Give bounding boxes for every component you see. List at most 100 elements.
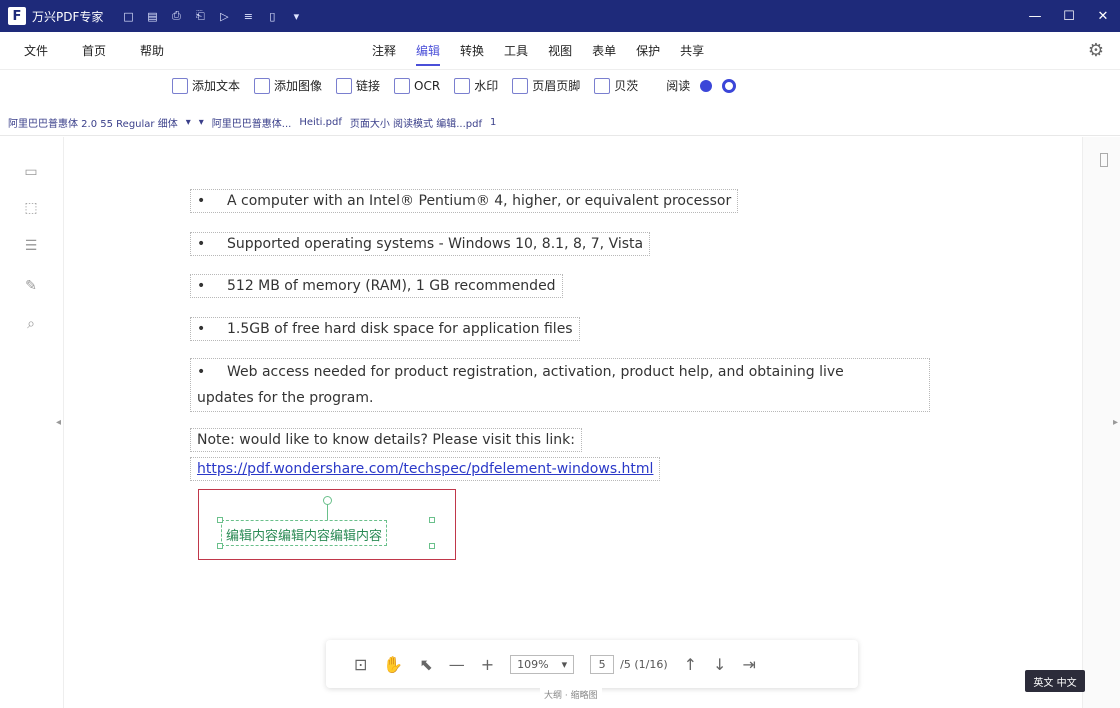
format-bar: 阿里巴巴普惠体 2.0 55 Regular 细体 ▾ ▾ 阿里巴巴普惠体...… [0,110,1120,136]
selected-text-frame[interactable]: 编辑内容编辑内容编辑内容 [198,489,456,560]
bates-button[interactable]: 贝茨 [594,77,638,94]
play-icon[interactable]: ▷ [217,9,231,23]
menu-home[interactable]: 首页 [82,42,106,59]
link-icon [336,77,353,94]
resize-handle[interactable] [429,517,435,523]
ribbon-toolbar: 添加文本 添加图像 链接 OCR 水印 页眉页脚 贝茨 阅读 [0,70,1120,110]
toggle-icon[interactable] [700,79,713,92]
zoom-out-icon[interactable]: — [449,655,465,674]
select-tool-icon[interactable]: ⬉ [419,655,432,674]
bates-icon [594,77,611,94]
right-panel: ▸ [1082,137,1120,708]
title-bar: F 万兴PDF专家 □ ▤ ⎙ ⎗ ▷ ≡ ▯ ▾ — ☐ ✕ [0,0,1120,32]
panel-label: 大纲 · 缩略图 [540,688,602,701]
text-block-2[interactable]: • Supported operating systems - Windows 1… [190,232,651,256]
tab-share[interactable]: 共享 [680,42,704,66]
thumbnail-icon[interactable]: ⬚ [22,199,40,217]
text-block-1[interactable]: • A computer with an Intel® Pentium® 4, h… [190,189,739,213]
link-text-block[interactable]: https://pdf.wondershare.com/techspec/pdf… [190,457,661,481]
resize-handle[interactable] [429,543,435,549]
chevron-down-icon: ▾ [561,657,568,671]
print-icon[interactable]: ⎙ [169,9,183,23]
tab-protect[interactable]: 保护 [636,42,660,66]
hand-tool-icon[interactable]: ✋ [383,655,403,674]
language-toggle-button[interactable]: 英文 中文 [1025,670,1085,692]
style-selector[interactable]: 阿里巴巴普惠体... [212,115,292,130]
add-text-button[interactable]: 添加文本 [172,77,240,94]
tab-view[interactable]: 视图 [548,42,572,66]
comment-list-icon[interactable]: ☰ [22,237,40,255]
app-logo-icon: F [8,7,26,25]
bullet-text: Supported operating systems - Windows 10… [227,236,644,252]
resize-handle[interactable] [217,517,223,523]
attachment-icon[interactable]: ✎ [22,277,40,295]
left-sidebar: ▭ ⬚ ☰ ✎ ⌕ ◂ [0,137,64,708]
menu-file[interactable]: 文件 [24,42,48,59]
page-number-input[interactable]: 5 [590,654,615,674]
size-dropdown-icon[interactable]: ▾ [199,117,204,128]
watermark-button[interactable]: 水印 [454,77,498,94]
collapse-left-icon[interactable]: ◂ [56,417,61,428]
font-dropdown-icon[interactable]: ▾ [186,117,191,128]
ribbon-tabs: 注释 编辑 转换 工具 视图 表单 保护 共享 [372,42,704,66]
font-selector[interactable]: 阿里巴巴普惠体 2.0 55 Regular 细体 [8,115,178,130]
next-page-icon[interactable]: ↓ [713,655,726,674]
bookmark-icon[interactable]: ▭ [22,163,40,181]
scrollbar-thumb[interactable] [1100,153,1108,167]
maximize-button[interactable]: ☐ [1052,0,1086,32]
bullet-text: Web access needed for product registrati… [227,364,844,380]
page-indicator: 1 [489,117,497,128]
text-block-5[interactable]: • Web access needed for product registrat… [190,358,930,412]
tab-tools[interactable]: 工具 [504,42,528,66]
text-block-3[interactable]: • 512 MB of memory (RAM), 1 GB recommende… [190,274,563,298]
zoom-in-icon[interactable]: + [481,655,494,674]
file-tab[interactable]: Heiti.pdf [299,117,342,128]
menu-icon[interactable]: ≡ [241,9,255,23]
watermark-icon [454,77,471,94]
page-total: /5 (1/16) [620,657,668,671]
close-button[interactable]: ✕ [1086,0,1120,32]
export-icon[interactable]: ⎗ [193,9,207,23]
settings-icon[interactable]: ⚙ [1088,40,1104,61]
page-nav-toolbar: ⊡ ✋ ⬉ — + 109% ▾ 5 /5 (1/16) ↑ ↓ ⇥ 大纲 · 缩… [326,640,858,701]
menu-help[interactable]: 帮助 [140,42,164,59]
prev-page-icon[interactable]: ↑ [684,655,697,674]
add-image-button[interactable]: 添加图像 [254,77,322,94]
window-icon[interactable]: ▯ [265,9,279,23]
new-icon[interactable]: □ [121,9,135,23]
search-icon[interactable]: ⌕ [22,315,40,333]
app-name: 万兴PDF专家 [32,9,104,24]
link-button[interactable]: 链接 [336,77,380,94]
document-canvas [64,137,1082,708]
file-tab-2[interactable]: 页面大小 阅读模式 编辑...pdf [350,115,482,130]
settings-ring-icon[interactable] [722,78,737,93]
minimize-button[interactable]: — [1018,0,1052,32]
header-footer-button[interactable]: 页眉页脚 [512,77,580,94]
image-icon [254,77,271,94]
bullet-text: 512 MB of memory (RAM), 1 GB recommended [227,278,556,294]
tab-convert[interactable]: 转换 [460,42,484,66]
zoom-select[interactable]: 109% ▾ [510,654,575,674]
spec-link[interactable]: https://pdf.wondershare.com/techspec/pdf… [197,461,653,477]
bullet-text-cont: updates for the program. [197,390,374,406]
last-page-icon[interactable]: ⇥ [742,655,755,674]
text-block-4[interactable]: • 1.5GB of free hard disk space for appli… [190,317,580,341]
menu-left: 文件 首页 帮助 [24,42,164,59]
ocr-button[interactable]: OCR [394,77,440,94]
dropdown-icon[interactable]: ▾ [289,9,303,23]
bullet-text: 1.5GB of free hard disk space for applic… [227,321,573,337]
save-icon[interactable]: ▤ [145,9,159,23]
tab-edit[interactable]: 编辑 [416,42,441,66]
fit-page-icon[interactable]: ⊡ [354,655,367,674]
selected-text-box[interactable]: 编辑内容编辑内容编辑内容 [221,520,388,546]
expand-right-icon[interactable]: ▸ [1113,417,1118,428]
window-controls: — ☐ ✕ [1018,0,1120,32]
text-icon [172,77,188,94]
tab-comment[interactable]: 注释 [372,42,396,66]
resize-handle[interactable] [217,543,223,549]
tab-form[interactable]: 表单 [592,42,616,66]
note-text[interactable]: Note: would like to know details? Please… [190,428,582,452]
ocr-icon [394,77,411,94]
rotate-handle[interactable] [323,496,332,505]
read-mode-button[interactable]: 阅读 [666,77,690,94]
